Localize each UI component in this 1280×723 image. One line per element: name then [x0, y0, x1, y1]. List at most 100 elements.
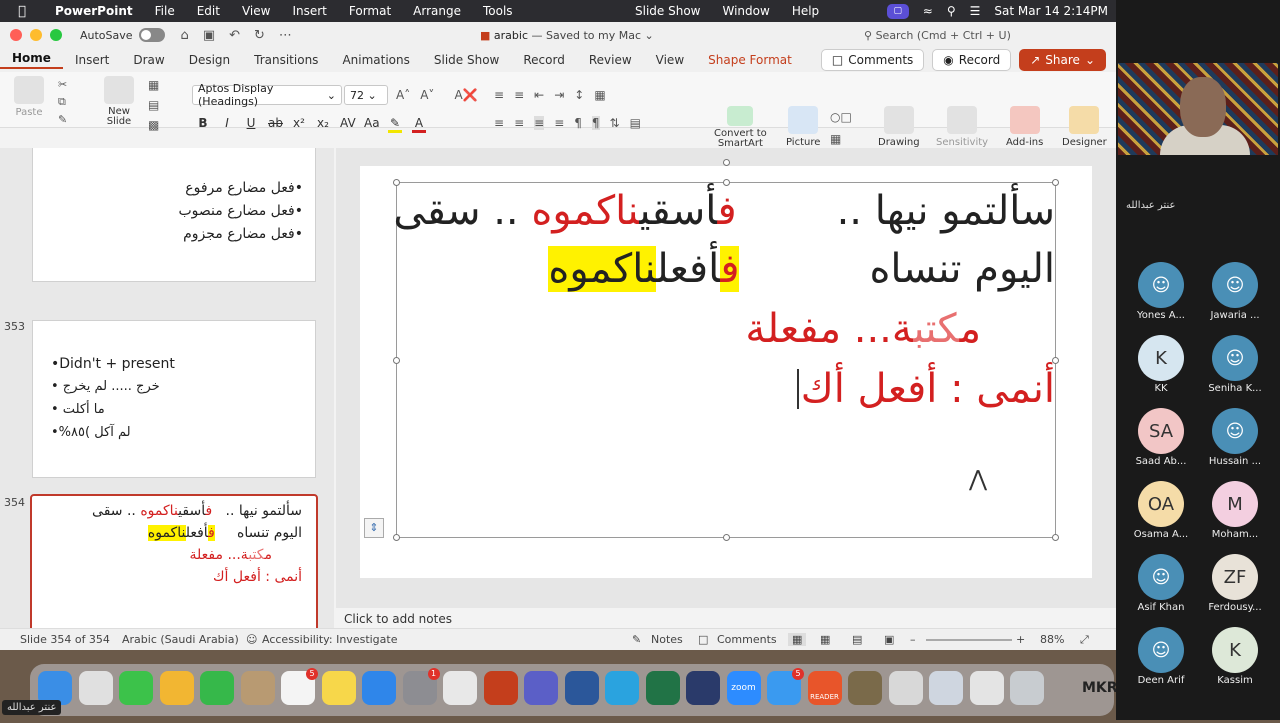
- dock-photos-icon[interactable]: [159, 671, 194, 705]
- zoom-level[interactable]: 88%: [1040, 633, 1064, 646]
- wifi-icon[interactable]: ≈: [923, 4, 933, 18]
- dock-messages-icon[interactable]: [119, 671, 153, 705]
- menu-arrange[interactable]: Arrange: [402, 4, 472, 18]
- comments-toggle-label[interactable]: Comments: [717, 633, 777, 646]
- tab-view[interactable]: View: [644, 53, 696, 67]
- bullets-icon[interactable]: ≡: [494, 88, 504, 102]
- menu-edit[interactable]: Edit: [186, 4, 231, 18]
- ltr-icon[interactable]: ¶: [574, 116, 582, 130]
- participant-tile[interactable]: ☺ Deen Arif: [1124, 627, 1198, 686]
- menu-insert[interactable]: Insert: [281, 4, 337, 18]
- decrease-indent-icon[interactable]: ⇤: [534, 88, 544, 102]
- align-right-icon[interactable]: ≡: [534, 116, 545, 130]
- slide-line-3[interactable]: مكتبة... مفعلة: [745, 309, 981, 349]
- record-button[interactable]: ◉ Record: [932, 49, 1012, 71]
- autosave-control[interactable]: AutoSave: [80, 28, 165, 42]
- underline-icon[interactable]: U: [244, 116, 258, 133]
- resize-handle-br[interactable]: [1052, 534, 1059, 541]
- dock-trash-icon[interactable]: [1010, 671, 1044, 705]
- convert-to-smartart-button[interactable]: Convert to SmartArt: [714, 106, 767, 149]
- participant-tile[interactable]: SA Saad Ab...: [1124, 408, 1198, 467]
- participant-tile[interactable]: ☺ Seniha K...: [1198, 335, 1272, 394]
- increase-font-size-icon[interactable]: A˄: [396, 88, 410, 102]
- bold-icon[interactable]: B: [196, 116, 210, 133]
- notes-toggle-icon[interactable]: ✎: [632, 633, 641, 646]
- spotlight-search-icon[interactable]: ⚲: [947, 4, 956, 18]
- control-center-icon[interactable]: ☰: [970, 4, 981, 18]
- layout-icon[interactable]: ▦: [148, 78, 159, 92]
- font-color-icon[interactable]: A: [412, 116, 426, 133]
- notes-pane[interactable]: Click to add notes: [336, 608, 1116, 628]
- current-slide[interactable]: سألتمو نيها ..فأسقيناكموه .. سقى اليوم ت…: [360, 159, 1092, 578]
- tab-record[interactable]: Record: [511, 53, 576, 67]
- dock-teams-icon[interactable]: [524, 671, 558, 705]
- rotate-handle-icon[interactable]: [723, 159, 730, 166]
- save-icon[interactable]: ▣: [203, 28, 215, 43]
- normal-view-icon[interactable]: ▦: [788, 633, 807, 646]
- dock-contacts-icon[interactable]: [240, 671, 275, 705]
- tab-shape-format[interactable]: Shape Format: [696, 53, 804, 67]
- notes-toggle-label[interactable]: Notes: [651, 633, 683, 646]
- dock-app-store-icon[interactable]: [362, 671, 396, 705]
- slideshow-view-icon[interactable]: ▣: [884, 633, 894, 646]
- columns-icon[interactable]: ▦: [594, 88, 605, 102]
- resize-handle-mr[interactable]: [1052, 357, 1059, 364]
- textbox-icon[interactable]: ▦: [830, 132, 852, 146]
- shapes-icon[interactable]: ○□: [830, 110, 852, 124]
- participant-tile[interactable]: K KK: [1124, 335, 1198, 394]
- dock-word-icon[interactable]: [564, 671, 599, 705]
- redo-icon[interactable]: ↻: [254, 28, 265, 43]
- active-speaker-video[interactable]: [1118, 63, 1278, 155]
- home-icon[interactable]: ⌂: [181, 28, 189, 43]
- zoom-in-icon[interactable]: +: [1016, 633, 1025, 646]
- proofing-language[interactable]: Arabic (Saudi Arabia): [122, 633, 239, 646]
- tab-animations[interactable]: Animations: [330, 53, 421, 67]
- copy-icon[interactable]: ⧉: [58, 95, 67, 109]
- new-slide-button[interactable]: New Slide: [104, 76, 134, 127]
- comments-toggle-icon[interactable]: □: [698, 633, 708, 646]
- slide-thumbnail-353[interactable]: •Didn't + present خرج ..... لم يخرج • ما…: [32, 320, 316, 478]
- tab-slide-show[interactable]: Slide Show: [422, 53, 511, 67]
- character-spacing-icon[interactable]: AV: [340, 116, 356, 133]
- participant-tile[interactable]: OA Osama A...: [1124, 481, 1198, 540]
- addins-button[interactable]: Add-ins: [1006, 106, 1043, 148]
- menu-window[interactable]: Window: [711, 4, 780, 18]
- resize-handle-tr[interactable]: [1052, 179, 1059, 186]
- accessibility-icon[interactable]: ☺: [246, 633, 257, 646]
- text-direction-icon[interactable]: ⇅: [610, 116, 620, 130]
- font-size-select[interactable]: 72 ⌄: [344, 85, 388, 105]
- dock-archive-icon[interactable]: [848, 671, 882, 705]
- comments-button[interactable]: □ Comments: [820, 49, 925, 71]
- zoom-window-button[interactable]: [50, 29, 62, 41]
- increase-indent-icon[interactable]: ⇥: [554, 88, 564, 102]
- resize-handle-bc[interactable]: [723, 534, 730, 541]
- dock-vpn-icon[interactable]: [686, 671, 720, 705]
- slide-thumbnail-354[interactable]: سألتمو نيها .. فأسقيناكموه .. سقى اليوم …: [30, 494, 318, 650]
- reset-icon[interactable]: ▤: [148, 98, 159, 112]
- dock-excel-icon[interactable]: [645, 671, 680, 705]
- change-case-icon[interactable]: Aa: [364, 116, 380, 133]
- justify-icon[interactable]: ≡: [554, 116, 564, 130]
- share-button[interactable]: ↗ Share ⌄: [1019, 49, 1106, 71]
- dock-keyboard-icon[interactable]: [888, 671, 923, 705]
- dock-powerpoint-icon[interactable]: [483, 671, 518, 705]
- paste-button[interactable]: Paste: [14, 76, 44, 118]
- dock-notes-icon[interactable]: [321, 671, 356, 705]
- participant-tile[interactable]: ☺ Jawaria ...: [1198, 262, 1272, 321]
- clear-formatting-icon[interactable]: A❌: [454, 88, 477, 102]
- tab-draw[interactable]: Draw: [121, 53, 176, 67]
- participant-tile[interactable]: ☺ Yones A...: [1124, 262, 1198, 321]
- superscript-icon[interactable]: x²: [292, 116, 306, 133]
- rtl-icon[interactable]: ¶: [591, 116, 600, 130]
- slide-line-1[interactable]: سألتمو نيها .. فأسقيناكموه .. سقى: [393, 191, 1055, 231]
- slide-editing-canvas[interactable]: سألتمو نيها ..فأسقيناكموه .. سقى اليوم ت…: [336, 148, 1116, 608]
- align-center-icon[interactable]: ≡: [514, 116, 524, 130]
- slide-thumbnails-pane[interactable]: •فعل مضارع مرفوع •فعل مضارع منصوب •فعل م…: [0, 148, 334, 650]
- menu-tools[interactable]: Tools: [472, 4, 524, 18]
- numbering-icon[interactable]: ≡: [514, 88, 524, 102]
- menu-slide-show[interactable]: Slide Show: [624, 4, 711, 18]
- more-icon[interactable]: ⋯: [279, 28, 292, 43]
- align-left-icon[interactable]: ≡: [494, 116, 504, 130]
- dock-reader-icon[interactable]: READER: [807, 671, 842, 705]
- fit-to-window-icon[interactable]: ⤢: [1080, 633, 1089, 647]
